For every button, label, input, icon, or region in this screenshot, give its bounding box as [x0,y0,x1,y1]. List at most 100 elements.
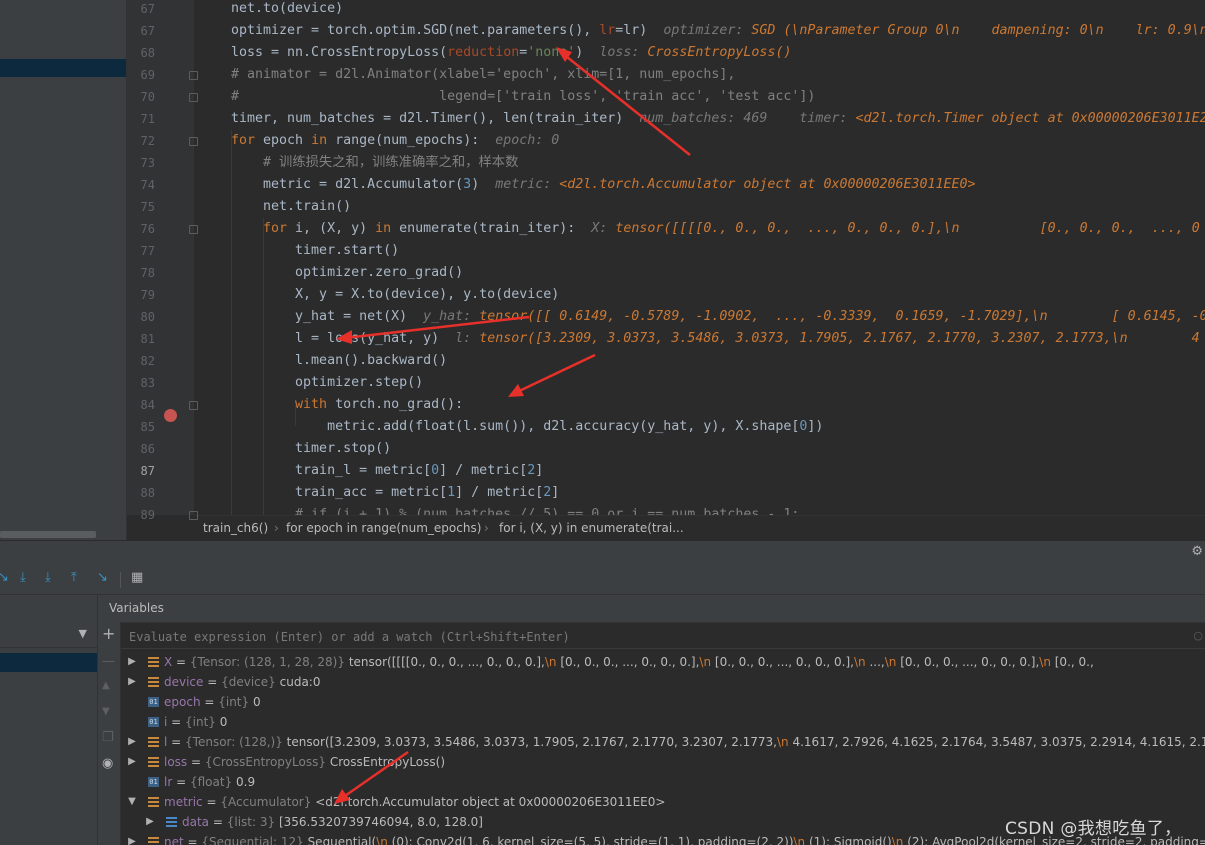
remove-watch-icon[interactable]: — [102,654,115,669]
code-line[interactable]: for i, (X, y) in enumerate(train_iter): … [194,218,1205,240]
line-number: 74 [140,178,155,192]
chevron-down-icon[interactable]: ▼ [79,627,87,640]
fold-icon[interactable] [189,401,198,410]
frames-panel[interactable]: ▼ [0,595,98,845]
code-line[interactable]: timer.stop() [194,438,1205,460]
code-token: # 训练损失之和，训练准确率之和，样本数 [231,155,519,170]
toolbar-separator [120,572,121,588]
move-up-icon[interactable]: ▲ [102,680,110,691]
code-line[interactable]: optimizer.zero_grad() [194,262,1205,284]
code-line[interactable]: y_hat = net(X) y_hat: tensor([[ 0.6149, … [194,306,1205,328]
project-panel[interactable] [0,0,127,540]
code-line[interactable]: timer, num_batches = d2l.Timer(), len(tr… [194,108,1205,130]
code-line[interactable]: net.train() [194,196,1205,218]
run-to-cursor-icon[interactable]: ↘ [97,570,108,585]
fold-icon[interactable] [189,225,198,234]
evaluate-expression-input[interactable] [129,629,1179,645]
code-line[interactable]: X, y = X.to(device), y.to(device) [194,284,1205,306]
table-view-icon[interactable]: ▦ [131,570,143,585]
variable-row-metric[interactable]: ▼ metric = {Accumulator} <d2l.torch.Accum… [121,792,1205,812]
variable-text: i = {int} 0 [164,712,227,732]
variable-row-X[interactable]: ▶ X = {Tensor: (128, 1, 28, 28)} tensor([… [121,652,1205,672]
fold-icon[interactable] [189,511,198,520]
code-text: with torch.no_grad(): [231,394,463,416]
project-panel-selected-item[interactable] [0,59,127,77]
indent-guide [263,218,264,515]
chevron-down-icon[interactable]: ▼ [127,792,137,812]
breadcrumb-item-inner-loop[interactable]: for i, (X, y) in enumerate(trai... [499,516,684,540]
step-out-icon[interactable]: ⤒ [71,570,77,585]
chevron-right-icon[interactable]: ▶ [145,812,155,832]
code-line[interactable]: # if (i + 1) % (num_batches // 5) == 0 o… [194,504,1205,515]
code-token: timer.stop() [231,441,392,456]
variable-row-i[interactable]: 01 i = {int} 0 [121,712,1205,732]
line-number: 68 [140,46,155,60]
breadcrumb-item-function[interactable]: train_ch6() [203,516,268,540]
chevron-right-icon[interactable]: ▶ [127,752,137,772]
breadcrumb-item-outer-loop[interactable]: for epoch in range(num_epochs) [286,516,481,540]
code-line[interactable]: optimizer = torch.optim.SGD(net.paramete… [194,20,1205,42]
variable-row-device[interactable]: ▶ device = {device} cuda:0 [121,672,1205,692]
eye-icon[interactable]: ◉ [102,756,113,771]
code-line[interactable]: metric.add(float(l.sum()), d2l.accuracy(… [194,416,1205,438]
copy-icon[interactable]: ❐ [102,730,114,745]
variable-row-l[interactable]: ▶ l = {Tensor: (128,)} tensor([3.2309, 3.… [121,732,1205,752]
code-line[interactable]: loss = nn.CrossEntropyLoss(reduction='no… [194,42,1205,64]
variable-name: net [164,835,184,845]
code-line[interactable]: l.mean().backward() [194,350,1205,372]
fold-icon[interactable] [189,137,198,146]
threads-dropdown[interactable]: ▼ [0,623,97,648]
project-panel-scrollbar[interactable] [0,531,96,538]
step-into-my-code-icon[interactable]: ⤓ [45,570,51,585]
add-watch-icon[interactable]: + [102,626,115,642]
variable-row-epoch[interactable]: 01 epoch = {int} 0 [121,692,1205,712]
line-number: 71 [140,112,155,126]
fold-icon[interactable] [189,71,198,80]
code-token: SGD (\nParameter Group 0\n dampening: 0\… [751,23,1205,38]
gear-icon[interactable]: ⚙ [1191,544,1203,559]
line-number: 82 [140,354,155,368]
chevron-right-icon[interactable]: ▶ [127,652,137,672]
code-token: =lr) [615,23,664,38]
code-line[interactable]: timer.start() [194,240,1205,262]
code-line[interactable]: l = loss(y_hat, y) l: tensor([3.2309, 3.… [194,328,1205,350]
line-number: 89 [140,508,155,522]
code-line[interactable]: optimizer.step() [194,372,1205,394]
step-over-icon[interactable]: ↘ [0,570,9,585]
selected-frame[interactable] [0,653,97,672]
variable-value: cuda:0 [279,675,321,689]
variables-side-toolbar: + — ▲ ▼ ❐ ◉ [98,622,121,845]
code-text: y_hat = net(X) y_hat: tensor([[ 0.6149, … [231,306,1205,328]
equals-sign: = [167,735,186,749]
step-into-icon[interactable]: ⤓ [20,570,26,585]
code-line[interactable]: train_acc = metric[1] / metric[2] [194,482,1205,504]
code-line[interactable]: # legend=['train loss', 'train acc', 'te… [194,86,1205,108]
code-line[interactable]: # animator = d2l.Animator(xlabel='epoch'… [194,64,1205,86]
chevron-right-icon[interactable]: ▶ [127,832,137,845]
variable-row-loss[interactable]: ▶ loss = {CrossEntropyLoss} CrossEntropyL… [121,752,1205,772]
variable-type: {float} [189,775,233,789]
evaluate-options-icon[interactable]: ○ [1193,629,1203,642]
code-line[interactable]: with torch.no_grad(): [194,394,1205,416]
code-line[interactable]: metric = d2l.Accumulator(3) metric: <d2l… [194,174,1205,196]
code-editor[interactable]: net.to(device) optimizer = torch.optim.SG… [194,0,1205,515]
primitive-value-icon: 01 [148,717,159,727]
breakpoint-icon[interactable] [164,409,177,422]
code-line[interactable]: net.to(device) [194,0,1205,20]
line-number: 76 [140,222,155,236]
variable-text: epoch = {int} 0 [164,692,261,712]
chevron-right-icon[interactable]: ▶ [127,732,137,752]
code-token: l = loss(y_hat, y) [231,331,456,346]
code-token: reduction [447,45,520,60]
line-number: 84 [140,398,155,412]
variable-value: tensor([3.2309, 3.0373, 3.5486, 3.0373, … [286,735,1205,749]
variable-row-lr[interactable]: 01 lr = {float} 0.9 [121,772,1205,792]
code-token: for [231,133,264,148]
chevron-right-icon[interactable]: ▶ [127,672,137,692]
variable-name: X [164,655,173,669]
code-line[interactable]: train_l = metric[0] / metric[2] [194,460,1205,482]
fold-icon[interactable] [189,93,198,102]
code-line[interactable]: for epoch in range(num_epochs): epoch: 0 [194,130,1205,152]
code-line[interactable]: # 训练损失之和，训练准确率之和，样本数 [194,152,1205,174]
move-down-icon[interactable]: ▼ [102,706,110,717]
